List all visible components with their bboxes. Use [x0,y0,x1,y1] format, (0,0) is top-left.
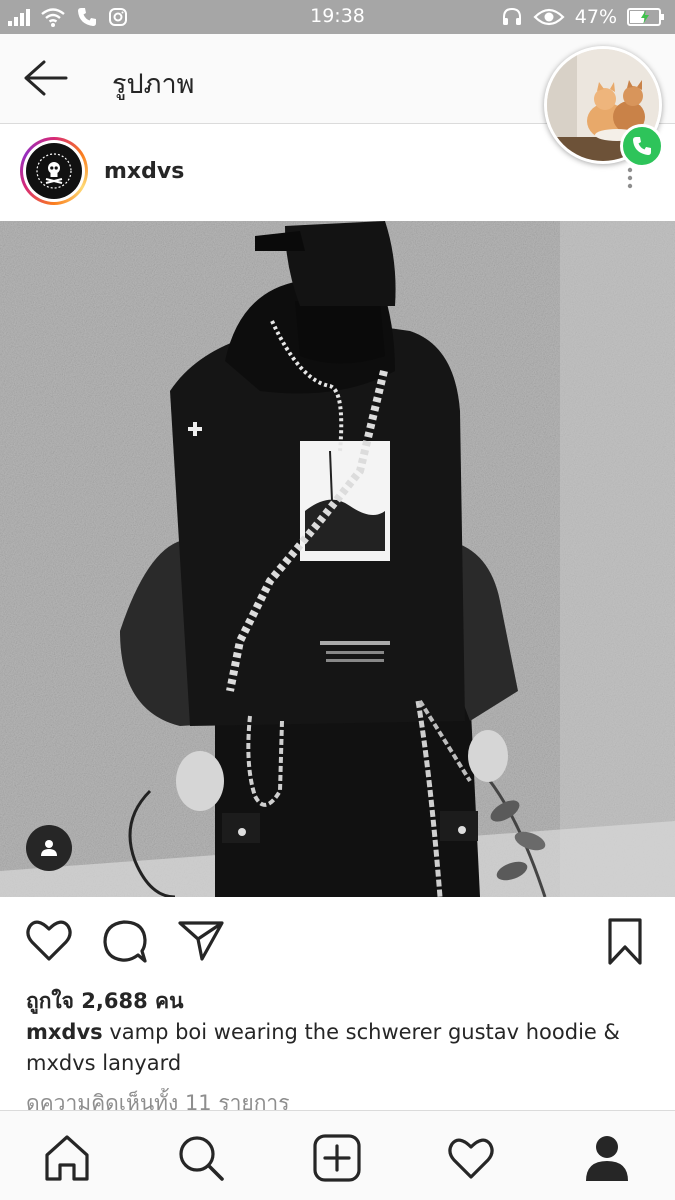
tagged-users-button[interactable] [26,825,72,871]
more-options-icon[interactable] [624,166,636,190]
comment-icon[interactable] [100,917,150,965]
send-icon[interactable] [176,917,226,965]
add-post-icon[interactable] [312,1133,362,1183]
caption-username[interactable]: mxdvs [26,1020,103,1044]
post-username[interactable]: mxdvs [104,159,184,184]
back-arrow-icon[interactable] [22,58,68,98]
status-bar: 19:38 47% [0,0,675,34]
post-photo[interactable] [0,221,675,897]
profile-icon[interactable] [582,1133,632,1183]
status-right-icons: 47% [501,6,665,28]
bottom-navigation [0,1110,675,1200]
post-caption: mxdvs vamp boi wearing the schwerer gust… [26,1017,656,1079]
activity-heart-icon[interactable] [446,1133,496,1183]
page-title: รูปภาพ [112,69,195,100]
phone-icon [633,137,651,155]
view-comments-link[interactable]: ดูความคิดเห็นทั้ง 11 รายการ [26,1088,290,1110]
call-button[interactable] [620,124,664,168]
bookmark-icon[interactable] [600,917,650,965]
heart-icon[interactable] [24,917,74,965]
skull-logo-icon [36,153,72,189]
like-count[interactable]: ถูกใจ 2,688 คน [26,985,183,1018]
caption-text: vamp boi wearing the schwerer gustav hoo… [26,1020,620,1075]
home-icon[interactable] [42,1133,92,1183]
person-icon [41,840,57,856]
photo-content [0,221,675,897]
eye-comfort-icon [533,8,565,26]
avatar[interactable] [20,137,88,205]
headset-icon [502,7,521,25]
post-actions [0,897,675,983]
battery-percentage: 47% [574,6,617,28]
search-icon[interactable] [176,1133,226,1183]
battery-charging-icon [627,8,664,26]
